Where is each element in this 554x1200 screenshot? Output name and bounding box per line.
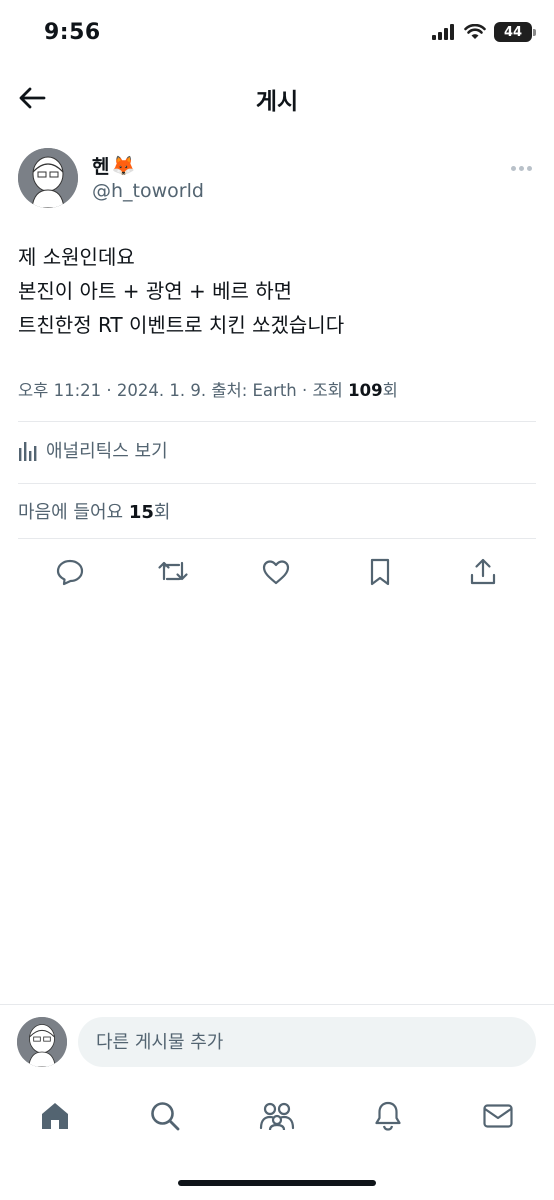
author-handle[interactable]: @h_toworld	[92, 180, 204, 202]
compose-reply-bar	[0, 1004, 554, 1078]
header: 게시	[0, 72, 554, 124]
author-display-name: 헨	[92, 156, 110, 178]
view-count-suffix: 회	[382, 381, 398, 400]
heart-icon	[262, 560, 290, 585]
post-author: 헨 🦊 @h_toworld	[18, 148, 536, 214]
status-time: 9:56	[44, 20, 101, 45]
reply-input[interactable]	[78, 1017, 536, 1067]
more-dots-icon	[510, 165, 516, 171]
retweet-icon	[158, 561, 188, 581]
nav-communities[interactable]	[255, 1094, 299, 1138]
post-text: 제 소원인데요 본진이 아트 + 광연 + 베르 하면 트친한정 RT 이벤트로…	[18, 240, 536, 342]
view-count: 109	[348, 381, 383, 400]
like-button[interactable]	[256, 552, 296, 592]
author-name[interactable]: 헨 🦊	[92, 152, 135, 179]
search-icon	[151, 1102, 180, 1131]
avatar[interactable]	[17, 1017, 67, 1067]
share-button[interactable]	[463, 552, 503, 592]
divider	[18, 538, 536, 539]
bottom-nav	[0, 1086, 554, 1146]
post-line: 본진이 아트 + 광연 + 베르 하면	[18, 279, 293, 303]
nav-home[interactable]	[33, 1094, 77, 1138]
fox-emoji: 🦊	[111, 155, 136, 177]
post-meta: 오후 11:21 · 2024. 1. 9. 출처: Earth · 조회 10…	[18, 377, 398, 401]
divider	[18, 421, 536, 422]
share-icon	[470, 558, 496, 585]
communities-icon	[259, 1102, 295, 1131]
likes-label: 마음에 들어요	[18, 502, 129, 523]
analytics-label: 애널리틱스 보기	[46, 441, 168, 462]
wifi-icon	[464, 24, 486, 39]
likes-suffix: 회	[153, 502, 171, 523]
reply-icon	[56, 559, 84, 586]
nav-search[interactable]	[143, 1094, 187, 1138]
avatar[interactable]	[18, 148, 78, 208]
divider	[18, 483, 536, 484]
post-line: 제 소원인데요	[18, 245, 135, 269]
bookmark-button[interactable]	[360, 552, 400, 592]
likes-row[interactable]: 마음에 들어요 15회	[18, 498, 170, 524]
nav-messages[interactable]	[476, 1094, 520, 1138]
status-bar: 9:56 44	[0, 0, 554, 68]
home-icon	[42, 1103, 68, 1129]
more-button[interactable]	[506, 158, 536, 178]
avatar-illustration	[17, 1017, 67, 1067]
bell-icon	[375, 1101, 401, 1131]
analytics-icon	[19, 442, 37, 461]
likes-count: 15	[128, 502, 154, 523]
avatar-illustration	[18, 148, 78, 208]
more-dot	[518, 165, 524, 171]
nav-notifications[interactable]	[366, 1094, 410, 1138]
retweet-button[interactable]	[153, 552, 193, 592]
home-indicator	[178, 1180, 376, 1186]
bookmark-icon	[370, 558, 390, 586]
post-timestamp-source: 오후 11:21 · 2024. 1. 9. 출처: Earth · 조회	[18, 381, 349, 400]
more-dot	[526, 165, 532, 171]
mail-icon	[483, 1104, 513, 1128]
post-line: 트친한정 RT 이벤트로 치킨 쏘겠습니다	[18, 313, 345, 337]
page-title: 게시	[255, 89, 299, 115]
reply-button[interactable]	[50, 552, 90, 592]
analytics-link[interactable]: 애널리틱스 보기	[18, 436, 168, 464]
action-bar	[18, 552, 536, 592]
status-icons: 44	[432, 22, 536, 42]
battery-icon: 44	[494, 22, 536, 42]
cellular-signal-icon	[432, 24, 454, 40]
